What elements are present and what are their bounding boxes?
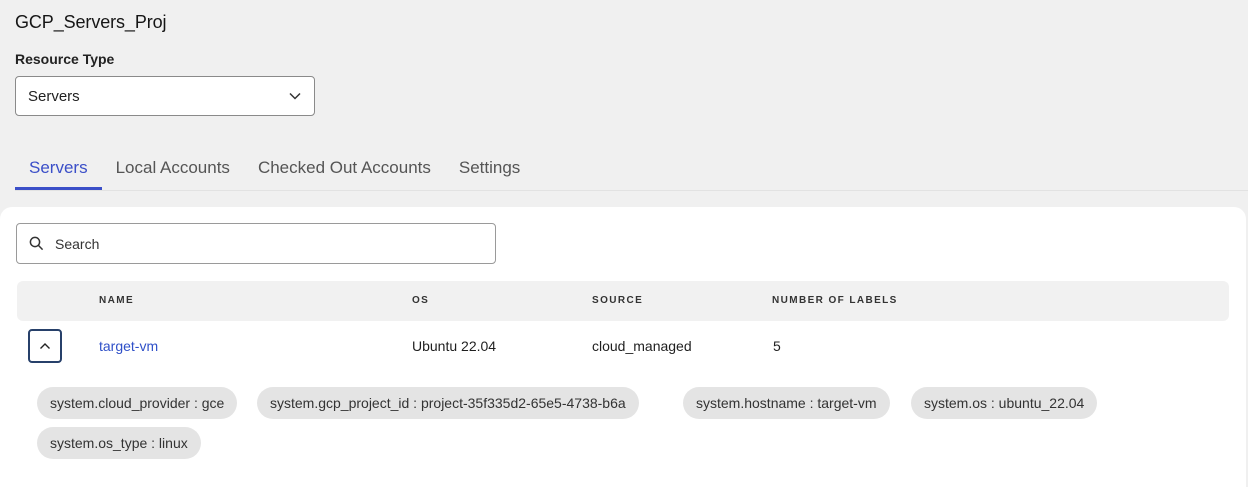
row-collapse-button[interactable] [28,329,62,363]
table-header: NAME OS SOURCE NUMBER OF LABELS [17,281,1229,321]
server-labels-count: 5 [773,338,781,354]
chevron-down-icon [288,89,302,103]
resource-type-value: Servers [28,87,80,105]
tab-settings[interactable]: Settings [445,150,534,190]
tab-servers[interactable]: Servers [15,150,102,190]
label-chip: system.os : ubuntu_22.04 [911,387,1098,419]
search-input[interactable] [55,235,483,252]
project-title: GCP_Servers_Proj [15,12,167,32]
column-header-name[interactable]: NAME [99,295,134,306]
tab-local-accounts[interactable]: Local Accounts [102,150,244,190]
label-chip: system.hostname : target-vm [683,387,890,419]
table-row: target-vm Ubuntu 22.04 cloud_managed 5 [17,321,1229,371]
server-name-link[interactable]: target-vm [99,338,158,354]
servers-panel: NAME OS SOURCE NUMBER OF LABELS target-v… [0,207,1246,487]
column-header-source[interactable]: SOURCE [592,295,643,306]
search-box[interactable] [16,223,496,264]
search-icon [29,236,45,252]
resource-type-select[interactable]: Servers [15,76,315,116]
server-os: Ubuntu 22.04 [412,338,497,354]
label-chip: system.gcp_project_id : project-35f335d2… [257,387,639,419]
tab-bar: Servers Local Accounts Checked Out Accou… [15,150,1248,191]
column-header-number-of-labels[interactable]: NUMBER OF LABELS [772,295,898,306]
tab-checked-out-accounts[interactable]: Checked Out Accounts [244,150,445,190]
label-chip: system.os_type : linux [37,427,201,459]
column-header-os[interactable]: OS [412,295,429,306]
label-chip: system.cloud_provider : gce [37,387,238,419]
server-source: cloud_managed [592,338,692,354]
chevron-up-icon [39,337,51,355]
resource-type-label: Resource Type [15,51,115,67]
